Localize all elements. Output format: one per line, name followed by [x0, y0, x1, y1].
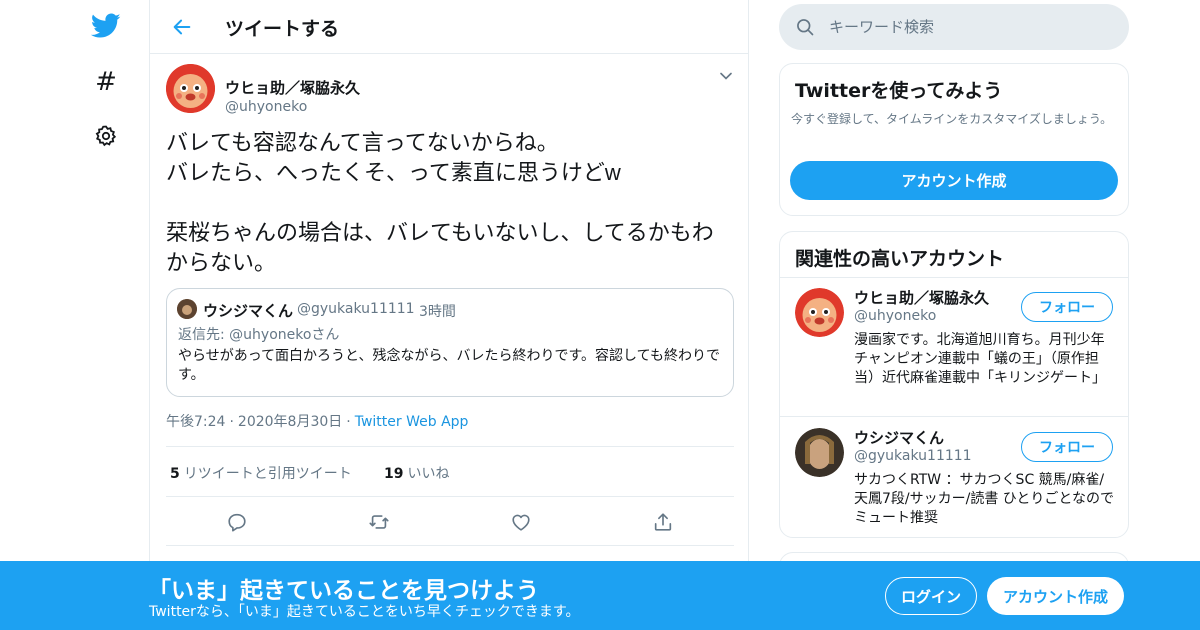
search-icon	[795, 17, 815, 37]
quote-author-handle: @gyukaku11111	[297, 301, 415, 317]
gear-icon[interactable]	[88, 118, 124, 154]
related-account-handle[interactable]: @gyukaku11111	[854, 448, 972, 464]
signup-card-description: 今すぐ登録して、タイムラインをカスタマイズしましょう。	[791, 112, 1113, 126]
back-arrow-icon[interactable]	[168, 13, 196, 41]
heart-icon[interactable]	[509, 510, 533, 534]
quoted-tweet[interactable]: ウシジマくん @gyukaku11111 · 3時間 返信先: @uhyonek…	[166, 288, 734, 397]
tweet-meta: 午後7:24 · 2020年8月30日 · Twitter Web App	[166, 411, 468, 431]
tweet-stats: 5 リツイートと引用ツイート 19 いいね	[166, 446, 734, 497]
tweet-actions	[166, 498, 734, 546]
meta-separator: ·	[346, 414, 351, 430]
search-input[interactable]	[829, 16, 1109, 38]
quote-separator: ·	[408, 299, 413, 315]
retweets-stat[interactable]: 5 リツイートと引用ツイート	[170, 463, 352, 483]
left-nav: #	[0, 0, 150, 630]
likes-stat[interactable]: 19 いいね	[384, 463, 449, 483]
related-accounts-title: 関連性の高いアカウント	[795, 248, 1005, 270]
signup-banner: 「いま」起きていることを見つけよう Twitterなら、「いま」起きていることを…	[0, 561, 1200, 630]
author-handle[interactable]: @uhyoneko	[225, 99, 307, 115]
related-account-handle[interactable]: @uhyoneko	[854, 308, 936, 324]
follow-button[interactable]: フォロー	[1021, 432, 1113, 462]
author-name[interactable]: ウヒョ助／塚脇永久	[225, 77, 360, 98]
login-button[interactable]: ログイン	[885, 577, 977, 615]
related-account-name[interactable]: ウシジマくん	[854, 427, 944, 448]
quote-time: 3時間	[419, 304, 456, 320]
tweet-time[interactable]: 午後7:24	[166, 414, 225, 430]
tweet-date[interactable]: 2020年8月30日	[238, 414, 342, 430]
banner-subtitle: Twitterなら、「いま」起きていることをいち早くチェックできます。	[149, 604, 580, 620]
retweets-count: 5	[170, 466, 180, 482]
reply-icon[interactable]	[225, 510, 249, 534]
avatar[interactable]	[795, 288, 844, 337]
related-account-bio: 漫画家です。北海道旭川育ち。月刊少年チャンピオン連載中「蟻の王」（原作担当）近代…	[854, 332, 1106, 386]
hashtag-icon[interactable]: #	[88, 64, 124, 100]
retweet-icon[interactable]	[367, 510, 391, 534]
search-bar[interactable]	[779, 4, 1129, 50]
page-title: ツイートする	[225, 18, 340, 40]
tweet-text: バレても容認なんて言ってないからね。 バレたら、へったくそ、って素直に思うけどw…	[166, 130, 714, 275]
related-account-name[interactable]: ウヒョ助／塚脇永久	[854, 287, 989, 308]
chevron-down-icon[interactable]	[716, 66, 736, 86]
avatar[interactable]	[166, 64, 215, 113]
avatar	[177, 299, 197, 319]
quote-text: やらせがあって面白かろうと、残念ながら、バレたら終わりです。容認しても終わりです…	[178, 348, 720, 383]
signup-card: Twitterを使ってみよう 今すぐ登録して、タイムラインをカスタマイズしましょ…	[779, 63, 1129, 216]
related-account-bio: サカつくRTW ：サカつくSC 競馬/麻雀/天鳳7段/サッカー/読書 ひとりごと…	[854, 472, 1114, 526]
main-column: ツイートする ウヒョ助／塚脇永久 @uhyoneko バレても容認なんて言ってな…	[149, 0, 749, 630]
follow-button[interactable]: フォロー	[1021, 292, 1113, 322]
related-account[interactable]: ウシジマくん @gyukaku11111 フォロー サカつくRTW ：サカつくS…	[780, 418, 1128, 537]
create-account-button[interactable]: アカウント作成	[790, 161, 1118, 200]
likes-count: 19	[384, 466, 404, 482]
twitter-bird-icon[interactable]	[88, 8, 124, 44]
create-account-button[interactable]: アカウント作成	[987, 577, 1124, 615]
share-icon[interactable]	[651, 510, 675, 534]
banner-title: 「いま」起きていることを見つけよう	[148, 578, 539, 604]
tweet-source-link[interactable]: Twitter Web App	[355, 414, 469, 430]
signup-card-title: Twitterを使ってみよう	[795, 80, 1003, 102]
meta-separator: ·	[229, 414, 234, 430]
quote-author-name: ウシジマくん	[203, 302, 294, 320]
related-account[interactable]: ウヒョ助／塚脇永久 @uhyoneko フォロー 漫画家です。北海道旭川育ち。月…	[780, 278, 1128, 417]
retweets-label: リツイートと引用ツイート	[183, 466, 352, 482]
quote-reply-to: 返信先: @uhyonekoさん	[178, 327, 340, 343]
page-header: ツイートする	[150, 0, 748, 54]
avatar[interactable]	[795, 428, 844, 477]
likes-label: いいね	[407, 466, 450, 482]
related-accounts-card: 関連性の高いアカウント ウヒョ助／塚脇永久 @uhyoneko フォロー 漫画家…	[779, 231, 1129, 538]
